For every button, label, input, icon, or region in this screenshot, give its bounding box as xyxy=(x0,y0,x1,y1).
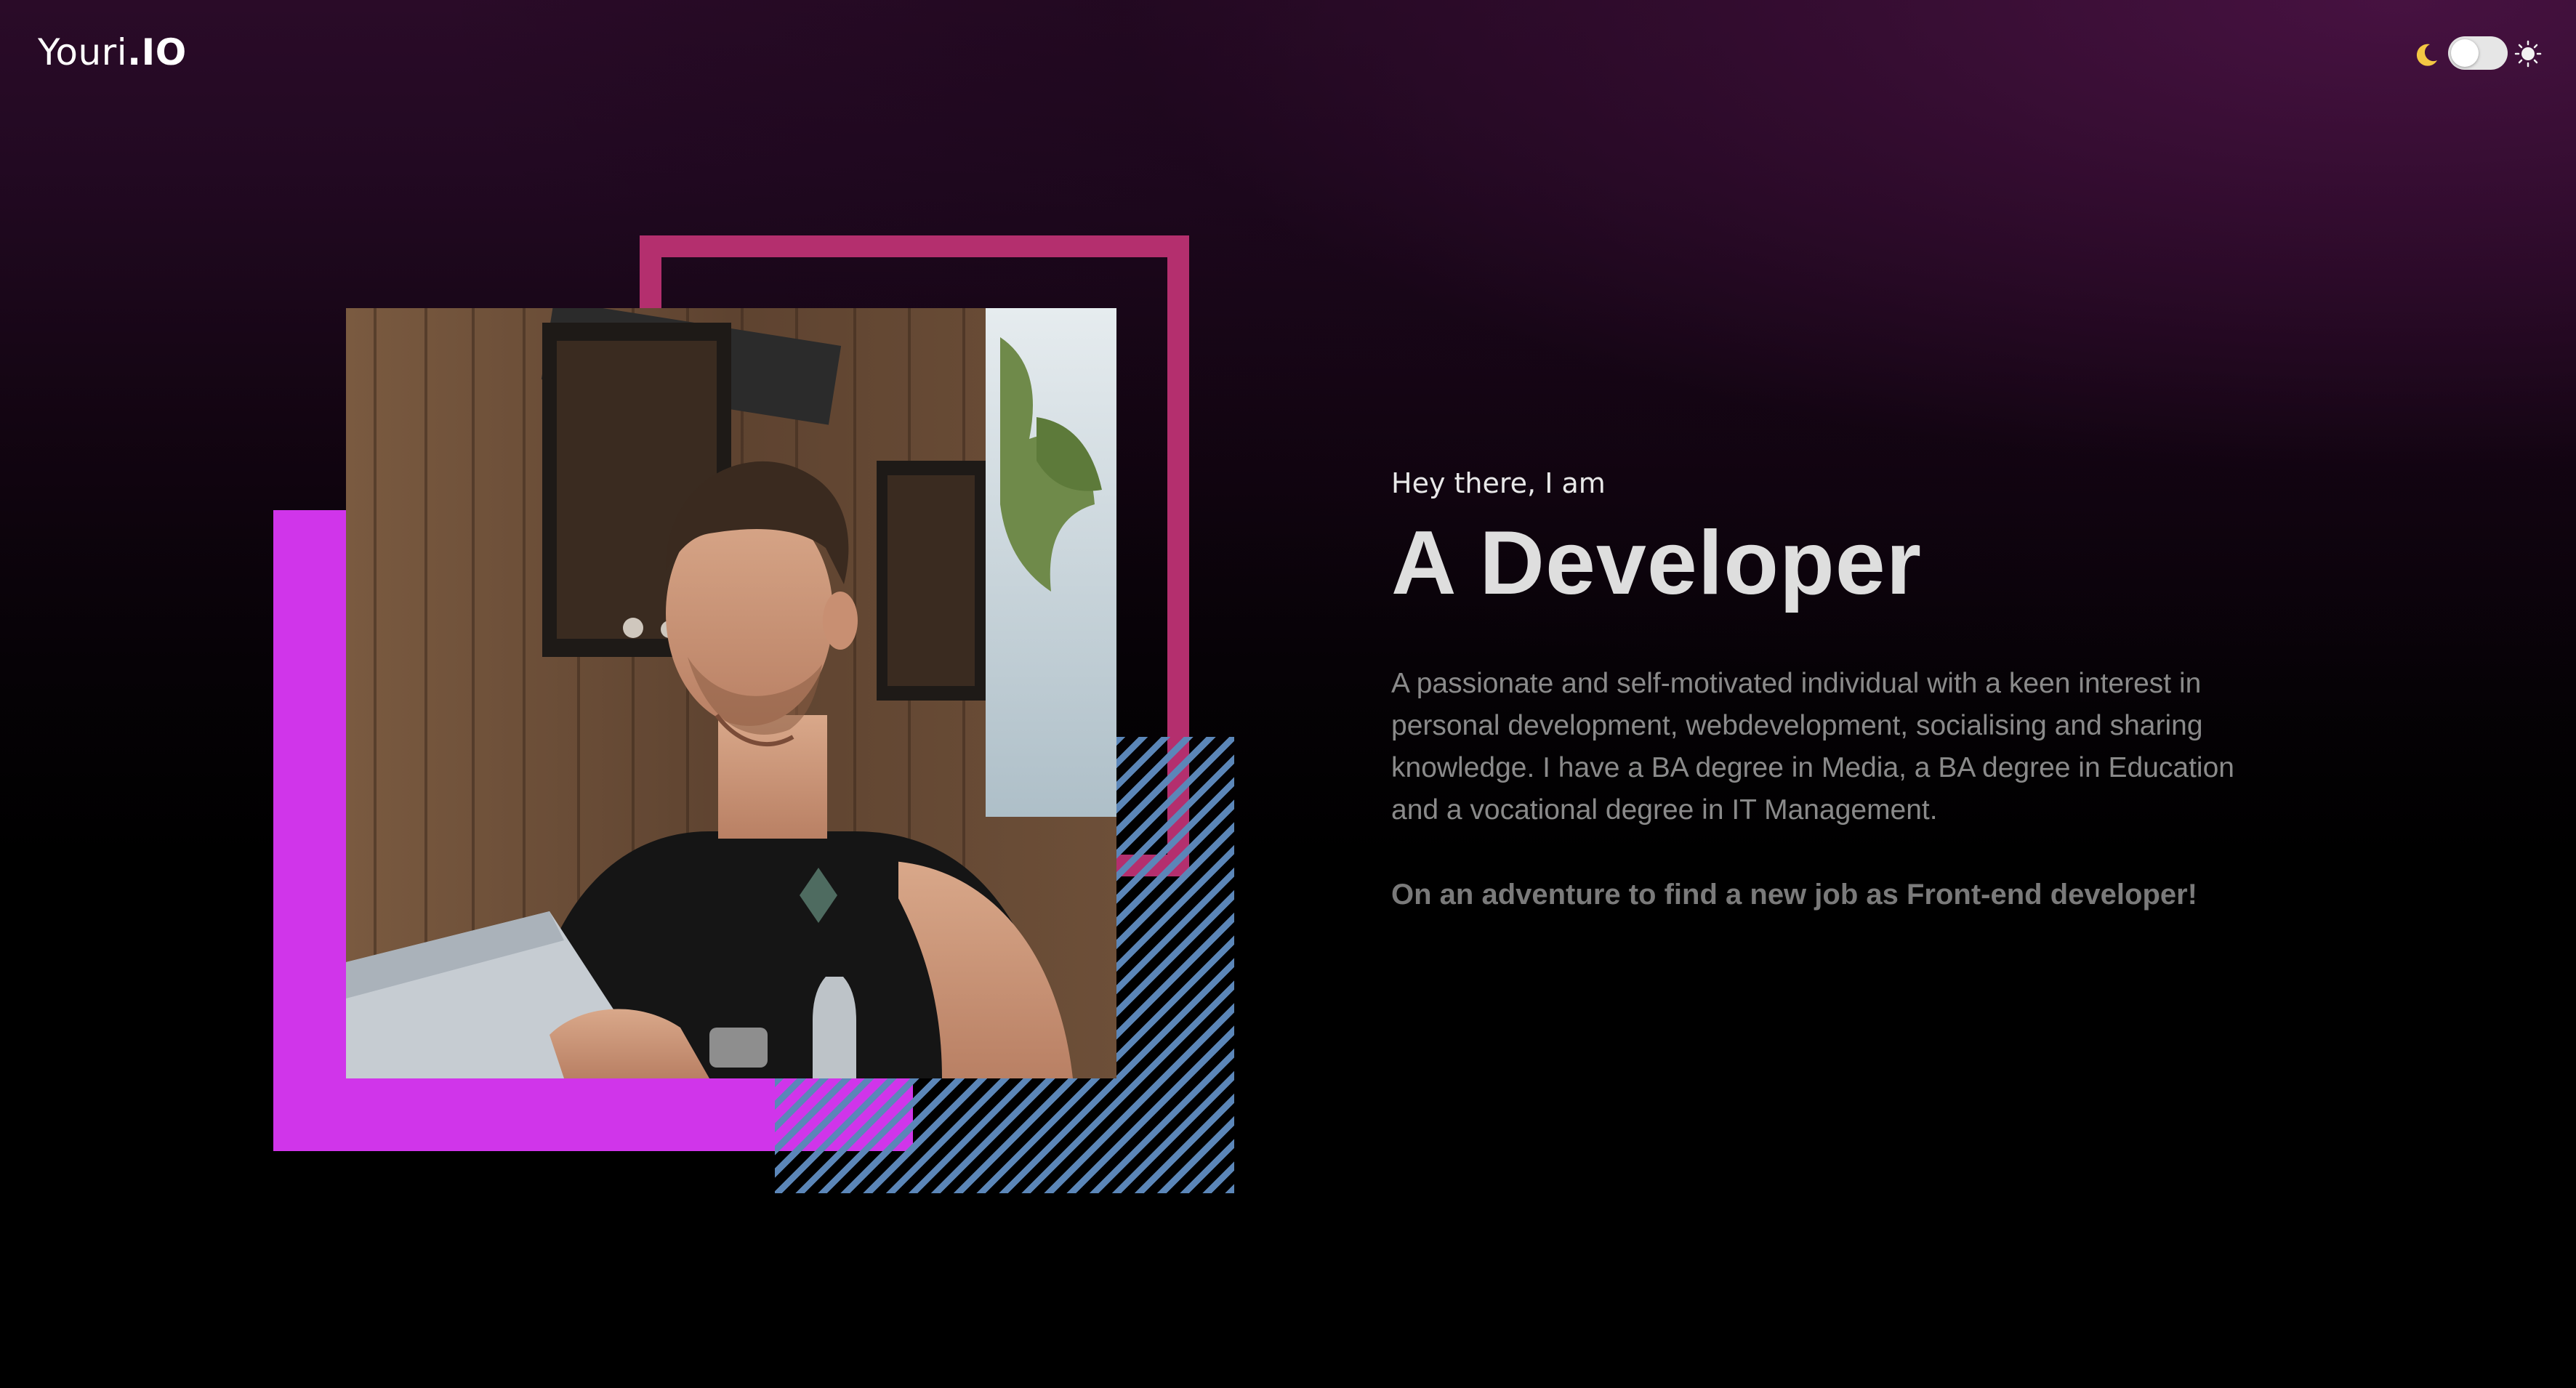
theme-switch-knob[interactable] xyxy=(2451,39,2479,67)
intro-headline: A Developer xyxy=(1391,513,1922,613)
sun-icon xyxy=(2514,40,2542,68)
profile-photo xyxy=(346,308,1116,1078)
intro-greeting: Hey there, I am xyxy=(1391,467,1606,499)
theme-switch[interactable] xyxy=(2448,36,2508,70)
logo-name: Youri xyxy=(38,31,128,73)
theme-toggle[interactable] xyxy=(2412,33,2547,73)
profile-photo-illustration xyxy=(346,308,1116,1078)
site-logo[interactable]: Youri.IO xyxy=(38,29,187,76)
moon-icon xyxy=(2416,44,2437,66)
intro-bio: A passionate and self-motivated individu… xyxy=(1391,668,2234,826)
logo-tld: .IO xyxy=(127,31,187,73)
intro-tagline: On an adventure to find a new job as Fro… xyxy=(1391,879,2198,911)
